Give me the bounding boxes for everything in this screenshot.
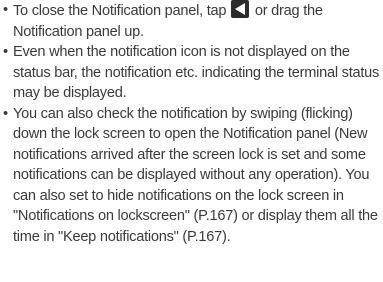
note-item-lock-screen: • You can also check the notification by… [0,104,383,248]
bullet-icon: • [3,2,8,18]
bullet-icon: • [3,105,8,122]
bullet-icon: • [3,44,8,60]
note-item-close-panel: • To close the Notification panel, tap o… [0,0,383,42]
note-item-terminal-status: • Even when the notification icon is not… [0,42,383,104]
note-text: To close the Notification panel, tap [13,3,231,19]
note-text: Even when the notification icon is not d… [13,44,380,101]
notes-list: • To close the Notification panel, tap o… [0,0,383,247]
back-triangle-icon [231,0,250,18]
note-text: You can also check the notification by s… [13,105,378,245]
